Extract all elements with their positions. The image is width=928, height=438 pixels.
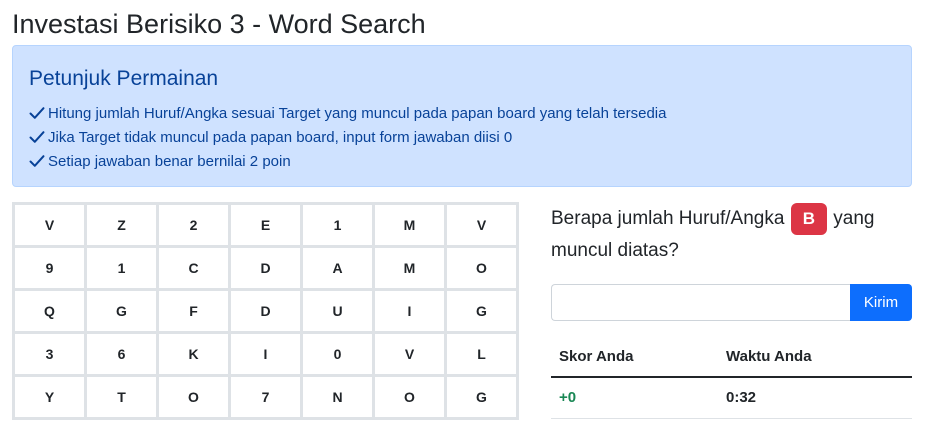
score-table: Skor Anda Waktu Anda +0 0:32	[551, 337, 912, 419]
time-value: 0:32	[718, 377, 912, 419]
board-row: Q G F D U I G	[12, 288, 519, 334]
board-cell: 2	[156, 202, 231, 248]
board-cell: A	[300, 245, 375, 291]
board-cell: G	[444, 374, 519, 420]
board-cell: 9	[12, 245, 87, 291]
board-cell: T	[84, 374, 159, 420]
board-cell: Z	[84, 202, 159, 248]
instructions-panel: Petunjuk Permainan Hitung jumlah Huruf/A…	[12, 45, 912, 187]
question-prefix: Berapa jumlah Huruf/Angka	[551, 208, 785, 229]
board-cell: G	[84, 288, 159, 334]
board-cell: N	[300, 374, 375, 420]
target-badge: B	[790, 203, 827, 235]
board-row: V Z 2 E 1 M V	[12, 202, 519, 248]
check-icon	[29, 107, 45, 119]
check-icon	[29, 131, 45, 143]
page-title: Investasi Berisiko 3 - Word Search	[12, 9, 426, 39]
instruction-text: Setiap jawaban benar bernilai 2 poin	[48, 152, 291, 170]
board-cell: 3	[12, 331, 87, 377]
board-cell: F	[156, 288, 231, 334]
board-cell: 7	[228, 374, 303, 420]
instruction-item: Hitung jumlah Huruf/Angka sesuai Target …	[29, 101, 666, 125]
board-cell: 0	[300, 331, 375, 377]
answer-input[interactable]	[551, 284, 850, 321]
board-cell: V	[372, 331, 447, 377]
word-search-board: V Z 2 E 1 M V 9 1 C D A M O Q G F D U I …	[12, 202, 519, 420]
board-cell: V	[12, 202, 87, 248]
board-cell: M	[372, 245, 447, 291]
instruction-item: Jika Target tidak muncul pada papan boar…	[29, 125, 666, 149]
instructions-list: Hitung jumlah Huruf/Angka sesuai Target …	[29, 101, 666, 173]
question-text: Berapa jumlah Huruf/Angka B yang muncul …	[551, 203, 912, 267]
board-cell: M	[372, 202, 447, 248]
time-header: Waktu Anda	[718, 337, 912, 378]
board-cell: K	[156, 331, 231, 377]
board-cell: V	[444, 202, 519, 248]
board-cell: E	[228, 202, 303, 248]
board-cell: 1	[300, 202, 375, 248]
score-row: +0 0:32	[551, 377, 912, 419]
board-row: Y T O 7 N O G	[12, 374, 519, 420]
instructions-title: Petunjuk Permainan	[29, 67, 219, 90]
check-icon	[29, 155, 45, 167]
board-row: 9 1 C D A M O	[12, 245, 519, 291]
instruction-text: Hitung jumlah Huruf/Angka sesuai Target …	[48, 104, 667, 122]
board-cell: Y	[12, 374, 87, 420]
board-cell: I	[228, 331, 303, 377]
score-header: Skor Anda	[551, 337, 718, 378]
board-row: 3 6 K I 0 V L	[12, 331, 519, 377]
score-header-row: Skor Anda Waktu Anda	[551, 337, 912, 378]
answer-form: Kirim	[551, 284, 912, 321]
board-cell: G	[444, 288, 519, 334]
instruction-text: Jika Target tidak muncul pada papan boar…	[48, 128, 513, 146]
board-cell: O	[156, 374, 231, 420]
board-cell: O	[444, 245, 519, 291]
instruction-item: Setiap jawaban benar bernilai 2 poin	[29, 149, 666, 173]
board-cell: I	[372, 288, 447, 334]
board-cell: Q	[12, 288, 87, 334]
board-cell: 6	[84, 331, 159, 377]
board-cell: D	[228, 245, 303, 291]
board-cell: O	[372, 374, 447, 420]
score-value: +0	[551, 377, 718, 419]
board-cell: C	[156, 245, 231, 291]
board-cell: D	[228, 288, 303, 334]
board-cell: L	[444, 331, 519, 377]
board-cell: U	[300, 288, 375, 334]
submit-button[interactable]: Kirim	[850, 284, 912, 321]
board-cell: 1	[84, 245, 159, 291]
